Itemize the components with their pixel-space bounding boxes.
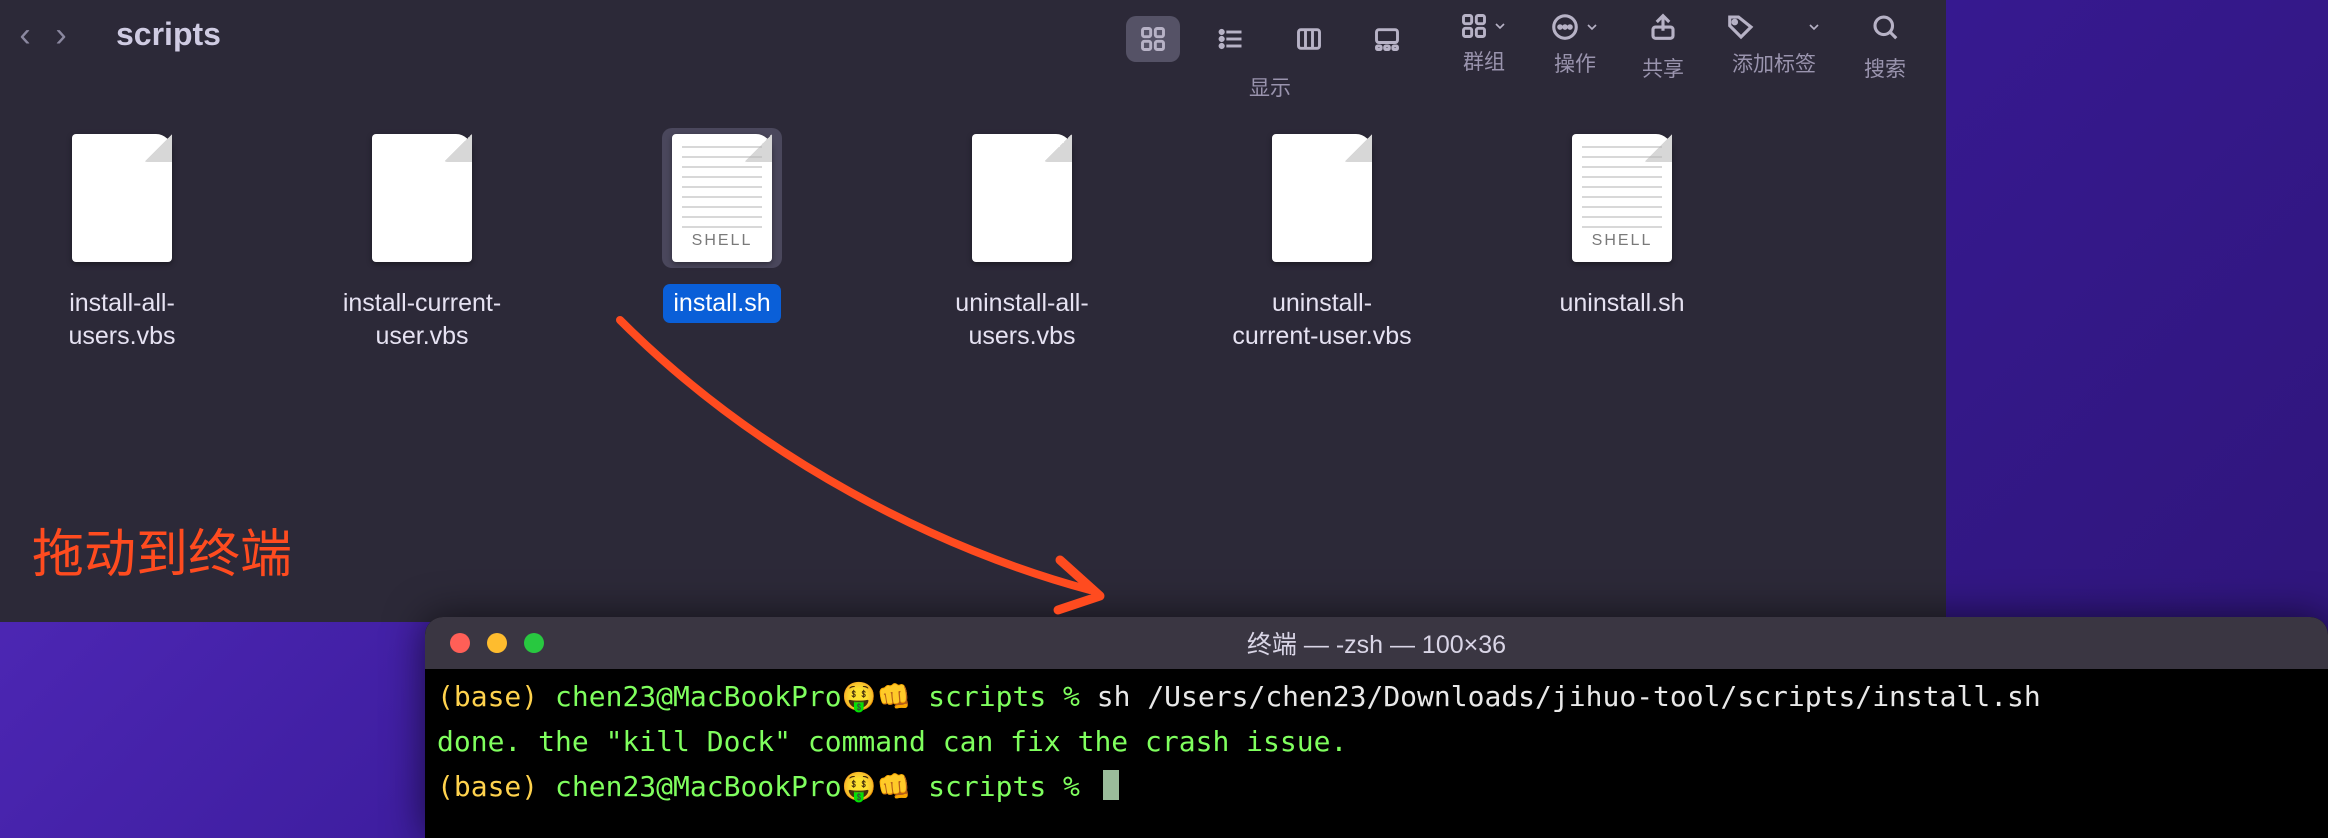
share-icon bbox=[1648, 12, 1678, 42]
tags-group: 添加标签 bbox=[1726, 12, 1822, 78]
tags-button[interactable] bbox=[1726, 12, 1822, 42]
window-traffic-lights bbox=[450, 633, 544, 653]
view-gallery-button[interactable] bbox=[1360, 16, 1414, 62]
search-icon bbox=[1870, 12, 1900, 42]
file-name: uninstall.sh bbox=[1559, 287, 1684, 320]
groupby-icon bbox=[1460, 12, 1488, 40]
file-icon bbox=[362, 128, 482, 268]
terminal-cursor bbox=[1103, 770, 1119, 800]
terminal-text: sh /Users/chen23/Downloads/jihuo-tool/sc… bbox=[1097, 680, 2041, 713]
terminal-text: done. the "kill Dock" command can fix th… bbox=[437, 725, 1347, 758]
group-by-button[interactable] bbox=[1460, 12, 1508, 40]
terminal-line: done. the "kill Dock" command can fix th… bbox=[437, 720, 2316, 765]
ellipsis-circle-icon bbox=[1550, 12, 1580, 42]
columns-icon bbox=[1295, 25, 1323, 53]
file-name: install.sh bbox=[673, 287, 770, 320]
chevron-down-icon bbox=[1806, 19, 1822, 35]
folder-title: scripts bbox=[116, 16, 221, 53]
tag-icon bbox=[1726, 12, 1756, 42]
share-group: 共享 bbox=[1642, 12, 1684, 83]
back-button[interactable]: ‹ bbox=[10, 16, 40, 55]
terminal-text: (base) bbox=[437, 770, 555, 803]
action-button[interactable] bbox=[1550, 12, 1600, 42]
shell-badge: SHELL bbox=[672, 231, 772, 252]
file-icon bbox=[962, 128, 1082, 268]
file-item[interactable]: uninstall-all-users.vbs bbox=[922, 128, 1122, 355]
share-button[interactable] bbox=[1648, 12, 1678, 47]
forward-button[interactable]: › bbox=[46, 16, 76, 55]
terminal-title: 终端 — -zsh — 100×36 bbox=[425, 625, 2328, 661]
finder-toolbar: ‹ › scripts 返回/前进 显示 bbox=[0, 0, 1946, 102]
file-item[interactable]: uninstall-current-user.vbs bbox=[1222, 128, 1422, 355]
search-label: 搜索 bbox=[1864, 53, 1906, 83]
file-name: uninstall-all-users.vbs bbox=[932, 287, 1112, 352]
view-icons-button[interactable] bbox=[1126, 16, 1180, 62]
share-label: 共享 bbox=[1642, 53, 1684, 83]
chevron-down-icon bbox=[1492, 18, 1508, 34]
file-item[interactable]: install-all-users.vbs bbox=[22, 128, 222, 355]
minimize-window-button[interactable] bbox=[487, 633, 507, 653]
action-group: 操作 bbox=[1550, 12, 1600, 78]
tags-label: 添加标签 bbox=[1732, 48, 1816, 78]
terminal-body[interactable]: (base) chen23@MacBookPro🤑👊 scripts % sh … bbox=[425, 669, 2328, 815]
chevron-down-icon bbox=[1584, 19, 1600, 35]
file-icon bbox=[62, 128, 182, 268]
zoom-window-button[interactable] bbox=[524, 633, 544, 653]
action-label: 操作 bbox=[1554, 48, 1596, 78]
file-name: uninstall-current-user.vbs bbox=[1232, 287, 1412, 352]
view-list-button[interactable] bbox=[1204, 16, 1258, 62]
file-item[interactable]: SHELL uninstall.sh bbox=[1522, 128, 1722, 323]
file-name: install-all-users.vbs bbox=[32, 287, 212, 352]
shell-badge: SHELL bbox=[1572, 231, 1672, 252]
terminal-text: chen23@MacBookPro🤑👊 scripts % bbox=[555, 680, 1097, 713]
terminal-line: (base) chen23@MacBookPro🤑👊 scripts % sh … bbox=[437, 675, 2316, 720]
files-grid: install-all-users.vbs install-current-use… bbox=[0, 102, 1946, 381]
terminal-line: (base) chen23@MacBookPro🤑👊 scripts % bbox=[437, 765, 2316, 810]
annotation-text: 拖动到终端 bbox=[32, 512, 292, 587]
list-icon bbox=[1217, 25, 1245, 53]
view-mode-group: 显示 bbox=[1122, 12, 1418, 102]
file-icon bbox=[1262, 128, 1382, 268]
terminal-text: (base) bbox=[437, 680, 555, 713]
search-button[interactable] bbox=[1870, 12, 1900, 47]
grid-icon bbox=[1139, 25, 1167, 53]
file-name: install-current-user.vbs bbox=[332, 287, 512, 352]
view-label: 显示 bbox=[1249, 72, 1291, 102]
file-icon: SHELL bbox=[1562, 128, 1682, 268]
terminal-titlebar[interactable]: 终端 — -zsh — 100×36 bbox=[425, 617, 2328, 669]
file-item[interactable]: SHELL install.sh bbox=[622, 128, 822, 323]
gallery-icon bbox=[1373, 25, 1401, 53]
close-window-button[interactable] bbox=[450, 633, 470, 653]
group-label: 群组 bbox=[1463, 46, 1505, 76]
terminal-window: 终端 — -zsh — 100×36 (base) chen23@MacBook… bbox=[425, 617, 2328, 838]
search-group: 搜索 bbox=[1864, 12, 1906, 83]
terminal-text: chen23@MacBookPro🤑👊 scripts % bbox=[555, 770, 1097, 803]
view-columns-button[interactable] bbox=[1282, 16, 1336, 62]
file-icon: SHELL bbox=[662, 128, 782, 268]
file-item[interactable]: install-current-user.vbs bbox=[322, 128, 522, 355]
group-by-group: 群组 bbox=[1460, 12, 1508, 76]
